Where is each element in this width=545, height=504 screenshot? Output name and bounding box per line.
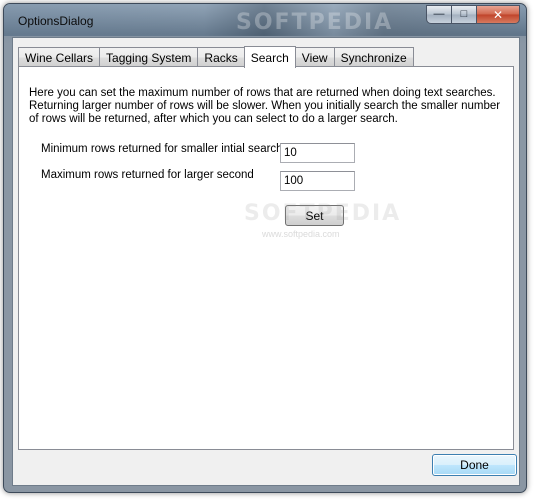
dialog-client-area: Wine Cellars Tagging System Racks Search… <box>12 37 520 486</box>
tab-racks[interactable]: Racks <box>197 47 245 67</box>
close-button[interactable]: ✕ <box>477 5 520 24</box>
set-button[interactable]: Set <box>285 205 344 226</box>
search-description: Here you can set the maximum number of r… <box>29 87 501 125</box>
panel-watermark-url: www.softpedia.com <box>262 229 340 239</box>
tab-search[interactable]: Search <box>243 46 296 68</box>
tab-strip: Wine Cellars Tagging System Racks Search… <box>18 46 414 68</box>
min-rows-input[interactable]: 10 <box>280 143 355 163</box>
minimize-icon: — <box>433 8 445 20</box>
options-dialog-window: OptionsDialog SOFTPEDIA — □ ✕ Wine Cella… <box>3 3 527 493</box>
done-button[interactable]: Done <box>432 454 517 476</box>
minimize-button[interactable]: — <box>426 5 452 24</box>
title-watermark: SOFTPEDIA <box>236 10 394 35</box>
caption-buttons: — □ ✕ <box>426 5 520 24</box>
tab-view[interactable]: View <box>294 47 335 67</box>
tab-synchronize[interactable]: Synchronize <box>333 47 414 67</box>
search-tab-panel: Here you can set the maximum number of r… <box>18 66 514 450</box>
window-title: OptionsDialog <box>18 14 94 28</box>
close-icon: ✕ <box>492 7 504 22</box>
max-rows-label: Maximum rows returned for larger second <box>41 169 254 181</box>
max-rows-input[interactable]: 100 <box>280 171 355 191</box>
maximize-icon: □ <box>460 8 468 20</box>
tab-wine-cellars[interactable]: Wine Cellars <box>18 47 101 67</box>
title-bar[interactable]: OptionsDialog SOFTPEDIA — □ ✕ <box>4 4 526 36</box>
min-rows-label: Minimum rows returned for smaller intial… <box>41 143 286 155</box>
maximize-button[interactable]: □ <box>452 5 477 24</box>
tab-tagging-system[interactable]: Tagging System <box>99 47 199 67</box>
